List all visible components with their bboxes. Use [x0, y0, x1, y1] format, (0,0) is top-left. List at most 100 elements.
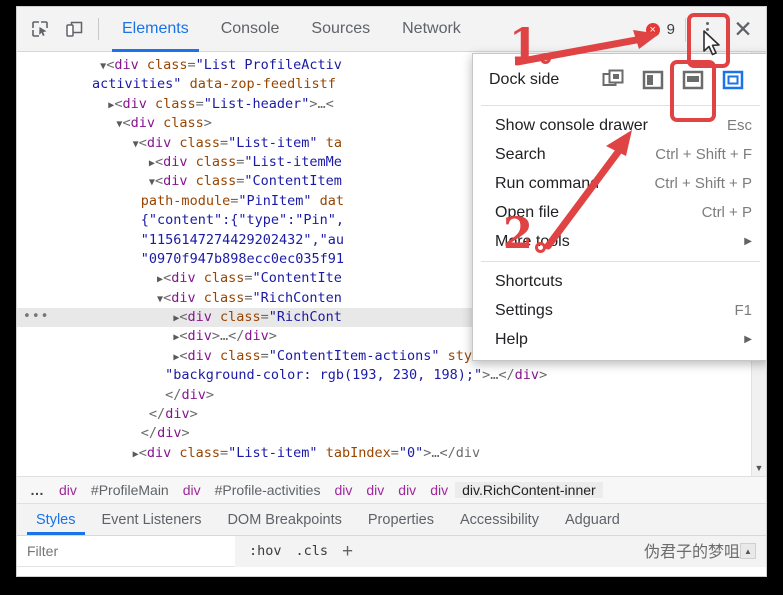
- dom-token-pun: >: [205, 386, 214, 403]
- error-count-label: 9: [666, 21, 675, 38]
- dom-token-pun: >: [539, 367, 548, 384]
- device-toolbar-icon[interactable]: [57, 12, 91, 46]
- breadcrumb-item[interactable]: div: [423, 482, 455, 498]
- breadcrumb-item[interactable]: #ProfileMain: [84, 482, 176, 498]
- breadcrumb-item[interactable]: div: [327, 482, 359, 498]
- computed-expand-caret-icon[interactable]: ▲: [740, 543, 756, 559]
- dom-token-pun: <: [163, 289, 172, 306]
- dock-to-left-icon[interactable]: [642, 69, 664, 91]
- breadcrumb-item[interactable]: div: [359, 482, 391, 498]
- kebab-dot-1: [705, 22, 709, 25]
- tab-properties[interactable]: Properties: [355, 504, 447, 535]
- dom-token-val: "RichConten: [252, 289, 342, 306]
- error-count-badge[interactable]: × 9: [645, 21, 675, 38]
- menu-item-search[interactable]: Search Ctrl + Shift + F: [473, 140, 766, 169]
- tab-styles-label: Styles: [36, 511, 76, 528]
- menu-item-label: Settings: [495, 301, 553, 319]
- dom-node-row[interactable]: </div>: [17, 405, 751, 424]
- tab-elements[interactable]: Elements: [106, 7, 205, 52]
- hov-toggle-button[interactable]: :hov: [249, 543, 282, 559]
- tab-adguard[interactable]: Adguard: [552, 504, 633, 535]
- more-options-button[interactable]: [690, 13, 724, 47]
- menu-item-show-console-drawer[interactable]: Show console drawer Esc: [473, 111, 766, 140]
- toolbar-right-group: × 9 ✕: [645, 7, 762, 52]
- styles-filter-row: :hov .cls + ▲ 伪君子的梦咀: [17, 535, 766, 567]
- tab-accessibility[interactable]: Accessibility: [447, 504, 552, 535]
- menu-separator-2: [481, 261, 760, 262]
- tab-styles[interactable]: Styles: [23, 504, 89, 535]
- dock-side-row: Dock side: [473, 60, 766, 100]
- dock-side-label: Dock side: [489, 71, 560, 88]
- tab-dom-breakpoints[interactable]: DOM Breakpoints: [214, 504, 354, 535]
- inspect-element-icon[interactable]: [23, 12, 57, 46]
- dom-token-pun: </: [148, 406, 166, 423]
- styles-filter-input[interactable]: [17, 543, 229, 559]
- dom-token-val: "RichCont: [268, 309, 342, 326]
- dom-token-val: "1156147274429202432","au: [140, 231, 344, 248]
- dom-token-val: "ContentItem: [244, 173, 342, 190]
- tab-adguard-label: Adguard: [564, 511, 620, 528]
- tab-properties-label: Properties: [367, 511, 434, 528]
- cls-toggle-button[interactable]: .cls: [296, 543, 329, 559]
- breadcrumb-item[interactable]: div: [391, 482, 423, 498]
- tab-console-label: Console: [220, 20, 280, 37]
- dom-token-val: activities": [92, 76, 182, 93]
- breadcrumb-item[interactable]: div: [52, 482, 84, 498]
- dom-token-attr: ta: [325, 134, 342, 151]
- dom-token-val: {"content":{"type":"Pin",: [140, 212, 344, 229]
- dom-token-attr: class: [220, 309, 261, 326]
- menu-item-help[interactable]: Help ▶: [473, 325, 766, 354]
- menu-item-more-tools[interactable]: More tools ▶: [473, 227, 766, 256]
- submenu-arrow-icon: ▶: [744, 236, 752, 247]
- breadcrumb-item[interactable]: div.RichContent-inner: [455, 482, 603, 498]
- close-devtools-button[interactable]: ✕: [724, 11, 762, 49]
- dom-node-row[interactable]: "background-color: rgb(193, 230, 198);">…: [17, 366, 751, 385]
- breadcrumb-item[interactable]: #Profile-activities: [208, 482, 328, 498]
- dom-token-pun: <: [154, 153, 164, 170]
- dom-token-val: "PinItem": [238, 192, 312, 209]
- tab-event-listeners[interactable]: Event Listeners: [89, 504, 215, 535]
- menu-item-open-file[interactable]: Open file Ctrl + P: [473, 198, 766, 227]
- undock-into-separate-window-icon[interactable]: [602, 69, 624, 91]
- dom-token-attr: class: [179, 134, 220, 151]
- dom-token-attr: class: [220, 347, 261, 364]
- dom-token-tag: div: [114, 57, 147, 73]
- dom-token-val: "List-item": [228, 444, 318, 461]
- dom-node-row[interactable]: </div>: [17, 386, 751, 405]
- dock-to-right-icon[interactable]: [722, 69, 744, 91]
- menu-item-shortcuts[interactable]: Shortcuts: [473, 267, 766, 296]
- dom-token-val: "ContentItem-actions": [268, 347, 440, 364]
- dom-node-badge[interactable]: •••: [23, 307, 49, 326]
- menu-item-settings[interactable]: Settings F1: [473, 296, 766, 325]
- breadcrumb-item[interactable]: …: [23, 482, 52, 498]
- panel-tabs: Elements Console Sources Network: [106, 7, 477, 52]
- new-style-rule-button[interactable]: +: [342, 542, 353, 561]
- scroll-down-arrow-icon[interactable]: ▼: [752, 463, 766, 473]
- breadcrumb: … div #ProfileMain div #Profile-activities di…: [17, 476, 766, 504]
- submenu-arrow-icon: ▶: [744, 334, 752, 345]
- menu-separator-1: [481, 105, 760, 106]
- menu-item-run-command[interactable]: Run command Ctrl + Shift + P: [473, 169, 766, 198]
- dom-token-pun: <: [138, 134, 147, 151]
- dom-token-attr: data-zop-feedlistf: [189, 76, 336, 93]
- dom-node-row[interactable]: </div>: [17, 424, 751, 443]
- tab-console[interactable]: Console: [205, 7, 296, 52]
- tab-elements-label: Elements: [122, 20, 189, 37]
- dom-token-pun: </: [140, 425, 158, 442]
- dom-node-row[interactable]: ▶<div class="List-item" tabIndex="0">…</…: [17, 444, 751, 463]
- tab-sources[interactable]: Sources: [295, 7, 386, 52]
- menu-group-primary: Show console drawer Esc Search Ctrl + Shift…: [473, 111, 766, 256]
- device-toolbar-glyph: [66, 21, 83, 37]
- breadcrumb-item[interactable]: div: [176, 482, 208, 498]
- tab-network[interactable]: Network: [386, 7, 477, 52]
- dock-to-bottom-icon[interactable]: [682, 69, 704, 91]
